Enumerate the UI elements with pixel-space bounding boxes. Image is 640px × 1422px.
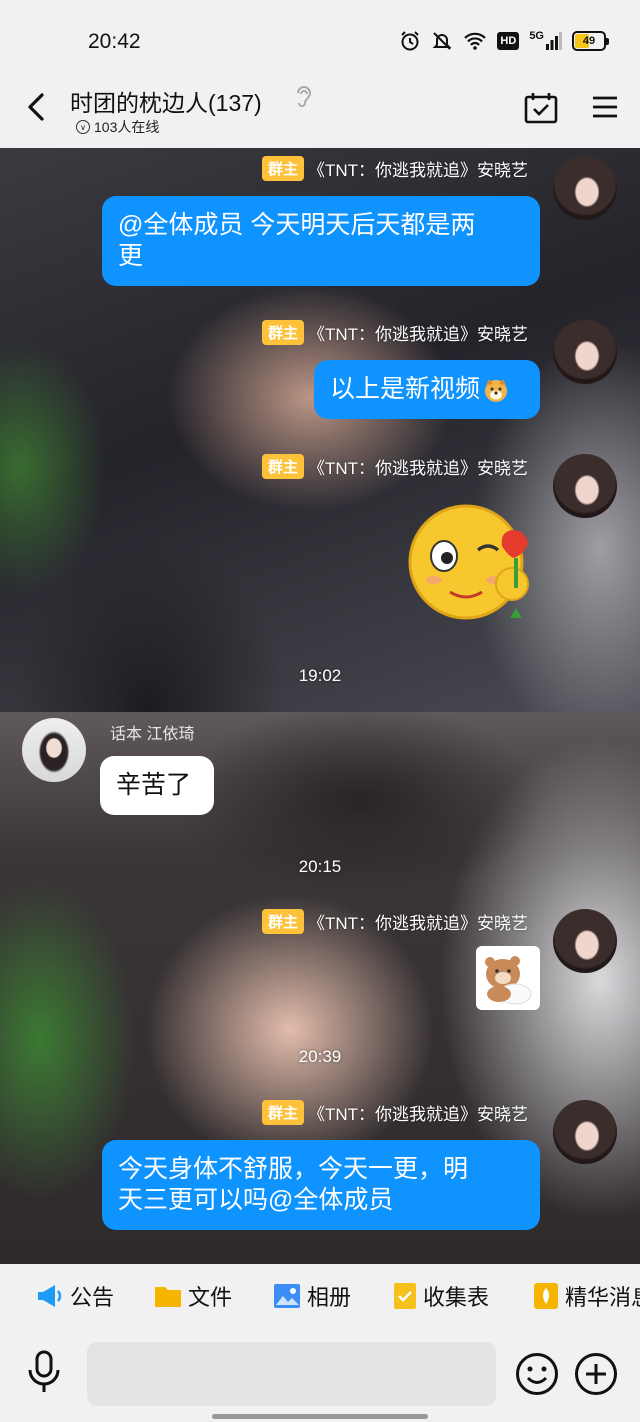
shortcut-announcement[interactable]: 公告	[36, 1280, 114, 1312]
dog-emoji-icon	[485, 378, 508, 402]
microphone-icon[interactable]	[26, 1350, 62, 1394]
photo-icon	[274, 1284, 300, 1308]
owner-badge: 群主	[261, 909, 304, 934]
timestamp: 19:02	[298, 666, 342, 685]
avatar[interactable]	[553, 156, 617, 220]
menu-icon[interactable]	[591, 95, 619, 119]
status-icons: HD 5G 49	[399, 30, 609, 52]
timestamp: 20:15	[298, 857, 342, 876]
owner-badge: 群主	[261, 156, 304, 181]
megaphone-icon	[38, 1285, 62, 1307]
input-row	[0, 1342, 640, 1406]
sender-name: 《TNT：你逃我就追》安晓艺	[307, 914, 528, 933]
message-bubble[interactable]: 今天身体不舒服，今天一更，明 天三更可以吗@全体成员	[102, 1140, 540, 1230]
owner-badge: 群主	[261, 320, 304, 345]
owner-badge: 群主	[261, 1100, 304, 1125]
shortcut-label: 精华消息	[565, 1285, 640, 1310]
sender-name[interactable]: 话本 江依琦	[110, 720, 194, 744]
battery-text: 49	[582, 35, 596, 47]
shortcut-label: 收集表	[423, 1285, 490, 1310]
shortcut-essence[interactable]: 精华消息	[533, 1280, 640, 1312]
home-indicator[interactable]	[212, 1414, 428, 1419]
avatar[interactable]	[553, 454, 617, 518]
alarm-icon	[399, 30, 421, 52]
status-time: 20:42	[88, 30, 141, 53]
shortcut-files[interactable]: 文件	[154, 1280, 232, 1312]
emoji-icon[interactable]	[515, 1352, 559, 1396]
message-text: 辛苦了	[116, 771, 192, 799]
bear-sticker[interactable]	[476, 946, 540, 1010]
shortcut-bar: 公告 文件 相册 收集表 精华消息	[0, 1280, 640, 1312]
shortcut-label: 相册	[307, 1285, 352, 1310]
top-bar: 20:42 HD 5G 49 时团的枕边人(137) ∨ 103人在线	[0, 0, 640, 148]
signal-icon: 5G	[529, 30, 562, 52]
avatar[interactable]	[553, 1100, 617, 1164]
avatar[interactable]	[553, 320, 617, 384]
chevron-down-icon: ∨	[76, 120, 90, 134]
shortcut-album[interactable]: 相册	[273, 1280, 351, 1312]
message-text-line: @全体成员 今天明天后天都是两	[118, 211, 476, 239]
ear-icon[interactable]	[292, 84, 314, 110]
avatar[interactable]	[22, 718, 86, 782]
message-sender[interactable]: 群主 《TNT：你逃我就追》安晓艺	[261, 156, 528, 181]
shortcut-label: 公告	[70, 1285, 115, 1310]
bottom-toolbar: 公告 文件 相册 收集表 精华消息	[0, 1264, 640, 1422]
message-sender[interactable]: 群主 《TNT：你逃我就追》安晓艺	[261, 454, 528, 479]
folder-icon	[155, 1287, 181, 1307]
sender-name: 《TNT：你逃我就追》安晓艺	[307, 325, 528, 344]
sender-name: 《TNT：你逃我就追》安晓艺	[307, 161, 528, 180]
group-title[interactable]: 时团的枕边人(137)	[70, 84, 262, 118]
online-count[interactable]: ∨ 103人在线	[76, 117, 159, 137]
hd-icon: HD	[497, 32, 520, 50]
shortcut-form[interactable]: 收集表	[393, 1280, 489, 1312]
back-arrow-icon[interactable]	[22, 92, 52, 122]
form-icon	[394, 1283, 416, 1309]
sender-name: 《TNT：你逃我就追》安晓艺	[307, 1105, 528, 1124]
plus-icon[interactable]	[574, 1352, 618, 1396]
message-text: 以上是新视频	[330, 375, 481, 403]
essence-icon	[534, 1283, 558, 1309]
wifi-icon	[463, 30, 487, 52]
mute-bell-icon	[431, 30, 453, 52]
message-text-line: 天三更可以吗@全体成员	[118, 1186, 394, 1214]
message-bubble[interactable]: @全体成员 今天明天后天都是两 更	[102, 196, 540, 286]
shortcut-label: 文件	[188, 1285, 233, 1310]
message-text-line: 更	[118, 242, 144, 270]
battery-icon: 49	[572, 31, 609, 51]
wink-rose-emoji-icon[interactable]	[408, 500, 542, 626]
bear-sticker-icon	[485, 956, 532, 1005]
message-sender[interactable]: 群主 《TNT：你逃我就追》安晓艺	[261, 909, 528, 934]
message-text-line: 今天身体不舒服，今天一更，明	[118, 1155, 469, 1183]
owner-badge: 群主	[261, 454, 304, 479]
message-sender[interactable]: 群主 《TNT：你逃我就追》安晓艺	[261, 1100, 528, 1125]
message-input[interactable]	[87, 1342, 496, 1406]
sender-name: 《TNT：你逃我就追》安晓艺	[307, 459, 528, 478]
timestamp: 20:39	[298, 1047, 342, 1066]
online-count-label: 103人在线	[94, 119, 160, 135]
network-label: 5G	[529, 30, 544, 42]
message-sender[interactable]: 群主 《TNT：你逃我就追》安晓艺	[261, 320, 528, 345]
message-bubble[interactable]: 以上是新视频	[314, 360, 540, 419]
avatar[interactable]	[553, 909, 617, 973]
calendar-check-icon[interactable]	[524, 92, 558, 124]
message-bubble[interactable]: 辛苦了	[100, 756, 214, 815]
